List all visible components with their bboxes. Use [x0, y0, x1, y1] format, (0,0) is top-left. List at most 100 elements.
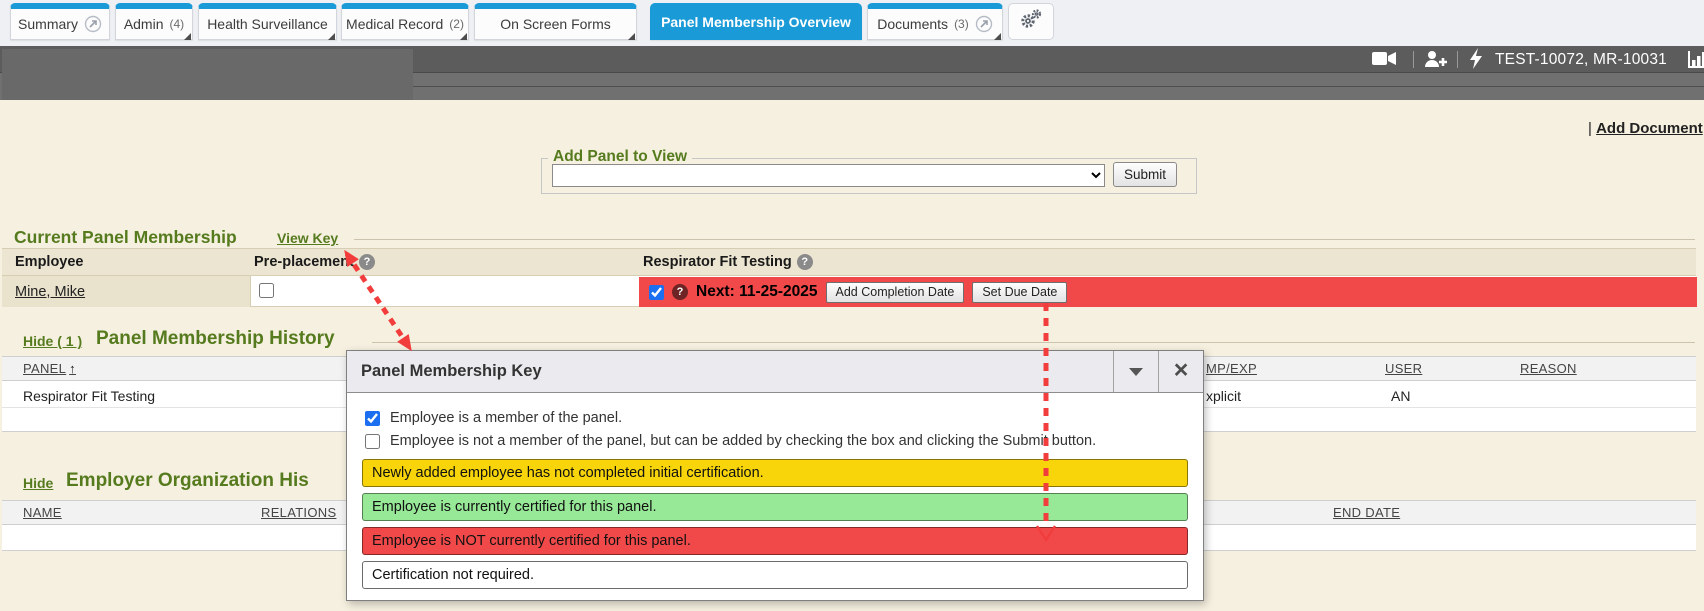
key-row-member-text: Employee is a member of the panel.: [390, 410, 622, 426]
help-icon[interactable]: ?: [672, 284, 688, 300]
tab-summary[interactable]: Summary: [10, 3, 110, 40]
pre-placement-checkbox[interactable]: [259, 283, 274, 298]
next-due-date: Next: 11-25-2025: [696, 283, 818, 301]
tab-documents[interactable]: Documents (3): [867, 3, 1003, 40]
history-col-panel[interactable]: PANEL↑: [23, 361, 76, 376]
tab-documents-label: Documents: [877, 16, 948, 32]
section-rule: [372, 342, 1695, 343]
column-pre-placement-label: Pre-placement: [254, 254, 354, 270]
employer-title: Employer Organization His: [66, 470, 309, 492]
lightning-icon[interactable]: [1469, 48, 1484, 74]
header-divider: [1413, 51, 1414, 68]
key-row-white-text: Certification not required.: [372, 567, 534, 583]
add-document-link[interactable]: Add Document: [1596, 120, 1703, 137]
key-member-checkbox[interactable]: [365, 411, 380, 426]
tab-menu-fold-icon: [460, 33, 467, 40]
tab-menu-fold-icon: [328, 33, 335, 40]
key-row-yellow-text: Newly added employee has not completed i…: [372, 465, 764, 481]
tab-health-label: Health Surveillance: [207, 16, 328, 32]
employer-col-end-date[interactable]: END DATE: [1333, 505, 1400, 520]
view-key-link[interactable]: View Key: [277, 230, 338, 246]
tab-documents-count: (3): [954, 17, 969, 31]
column-respirator-fit-testing: Respirator Fit Testing ?: [643, 254, 813, 270]
tab-menu-fold-icon: [184, 33, 191, 40]
history-col-user[interactable]: USER: [1385, 361, 1422, 376]
sort-ascending-icon: ↑: [69, 361, 76, 376]
set-due-date-button[interactable]: Set Due Date: [972, 282, 1067, 303]
key-row-green: Employee is currently certified for this…: [362, 493, 1188, 521]
column-respirator-label: Respirator Fit Testing: [643, 254, 792, 270]
employee-cell: Mine, Mike: [2, 276, 251, 307]
tab-menu-fold-icon: [628, 33, 635, 40]
history-col-reason[interactable]: REASON: [1520, 361, 1577, 376]
chevron-down-icon: [1129, 368, 1143, 376]
help-icon[interactable]: ?: [797, 254, 813, 270]
submit-button[interactable]: Submit: [1113, 162, 1177, 187]
add-panel-select[interactable]: [552, 164, 1105, 187]
employer-hide-link[interactable]: Hide: [23, 475, 53, 491]
tab-onscreen-label: On Screen Forms: [500, 16, 610, 32]
tab-admin-count: (4): [170, 17, 185, 31]
tab-on-screen-forms[interactable]: On Screen Forms: [474, 3, 637, 40]
tab-medical-record[interactable]: Medical Record (2): [341, 3, 469, 40]
dialog-title: Panel Membership Key: [347, 351, 1113, 392]
tab-admin-label: Admin: [124, 16, 164, 32]
dialog-title-bar: Panel Membership Key ×: [347, 351, 1203, 393]
history-row-comp-exp: xplicit: [1206, 388, 1241, 404]
employee-link[interactable]: Mine, Mike: [15, 284, 85, 300]
tab-pmo-label: Panel Membership Overview: [661, 14, 851, 30]
tab-medical-count: (2): [449, 17, 464, 31]
column-pre-placement: Pre-placement ?: [254, 254, 375, 270]
popout-icon[interactable]: [975, 15, 993, 33]
video-camera-icon[interactable]: [1372, 50, 1398, 72]
key-row-not-member: Employee is not a member of the panel, b…: [365, 433, 1096, 449]
tab-admin[interactable]: Admin (4): [115, 3, 193, 40]
separator: |: [1588, 120, 1592, 137]
section-rule: [354, 239, 1695, 240]
respirator-status-cell: ? Next: 11-25-2025 Add Completion Date S…: [639, 277, 1697, 307]
tab-medical-label: Medical Record: [346, 16, 443, 32]
record-id: TEST-10072, MR-10031: [1495, 51, 1667, 69]
employer-col-name[interactable]: NAME: [23, 505, 62, 520]
key-row-red: Employee is NOT currently certified for …: [362, 527, 1188, 555]
history-title: Panel Membership History: [96, 328, 335, 350]
key-row-not-member-text: Employee is not a member of the panel, b…: [390, 433, 1096, 449]
add-document-row: | Add Document: [1588, 120, 1703, 137]
history-col-comp-exp[interactable]: MP/EXP: [1206, 361, 1257, 376]
chart-icon[interactable]: [1688, 50, 1704, 73]
key-row-red-text: Employee is NOT currently certified for …: [372, 533, 691, 549]
tab-menu-fold-icon: [994, 33, 1001, 40]
key-row-yellow: Newly added employee has not completed i…: [362, 459, 1188, 487]
current-panel-membership-title: Current Panel Membership: [14, 227, 237, 248]
panel-membership-overview-page: Summary Admin (4) Health Surveillance Me…: [0, 0, 1704, 611]
key-row-green-text: Employee is currently certified for this…: [372, 499, 657, 515]
dialog-close-button[interactable]: ×: [1158, 351, 1203, 392]
dialog-collapse-button[interactable]: [1113, 351, 1158, 392]
employer-col-relationship[interactable]: RELATIONS: [261, 505, 336, 520]
key-row-member: Employee is a member of the panel.: [365, 410, 622, 426]
respirator-member-checkbox[interactable]: [649, 285, 664, 300]
popout-icon[interactable]: [84, 15, 102, 33]
dialog-body: Employee is a member of the panel. Emplo…: [347, 393, 1203, 601]
close-icon: ×: [1174, 358, 1189, 383]
tab-health-surveillance[interactable]: Health Surveillance: [198, 3, 337, 40]
add-user-icon[interactable]: [1424, 50, 1449, 73]
key-row-white: Certification not required.: [362, 561, 1188, 589]
tab-summary-label: Summary: [18, 16, 78, 32]
collapsed-menu-block: [2, 49, 413, 100]
column-employee-label: Employee: [15, 254, 84, 270]
history-row-user: AN: [1391, 388, 1410, 404]
subheader-divider: [413, 86, 1704, 87]
history-row-panel: Respirator Fit Testing: [23, 388, 155, 404]
panel-membership-key-dialog: Panel Membership Key × Employee is a mem…: [346, 350, 1204, 601]
add-completion-date-button[interactable]: Add Completion Date: [826, 282, 965, 303]
help-icon[interactable]: ?: [359, 254, 375, 270]
tab-settings-button[interactable]: [1008, 3, 1054, 40]
gears-icon: [1019, 8, 1043, 35]
tab-panel-membership-overview[interactable]: Panel Membership Overview: [650, 3, 862, 40]
history-col-panel-label: PANEL: [23, 361, 66, 376]
key-not-member-checkbox[interactable]: [365, 434, 380, 449]
column-employee: Employee: [15, 254, 84, 270]
header-divider: [1457, 51, 1458, 68]
history-hide-link[interactable]: Hide ( 1 ): [23, 333, 82, 349]
